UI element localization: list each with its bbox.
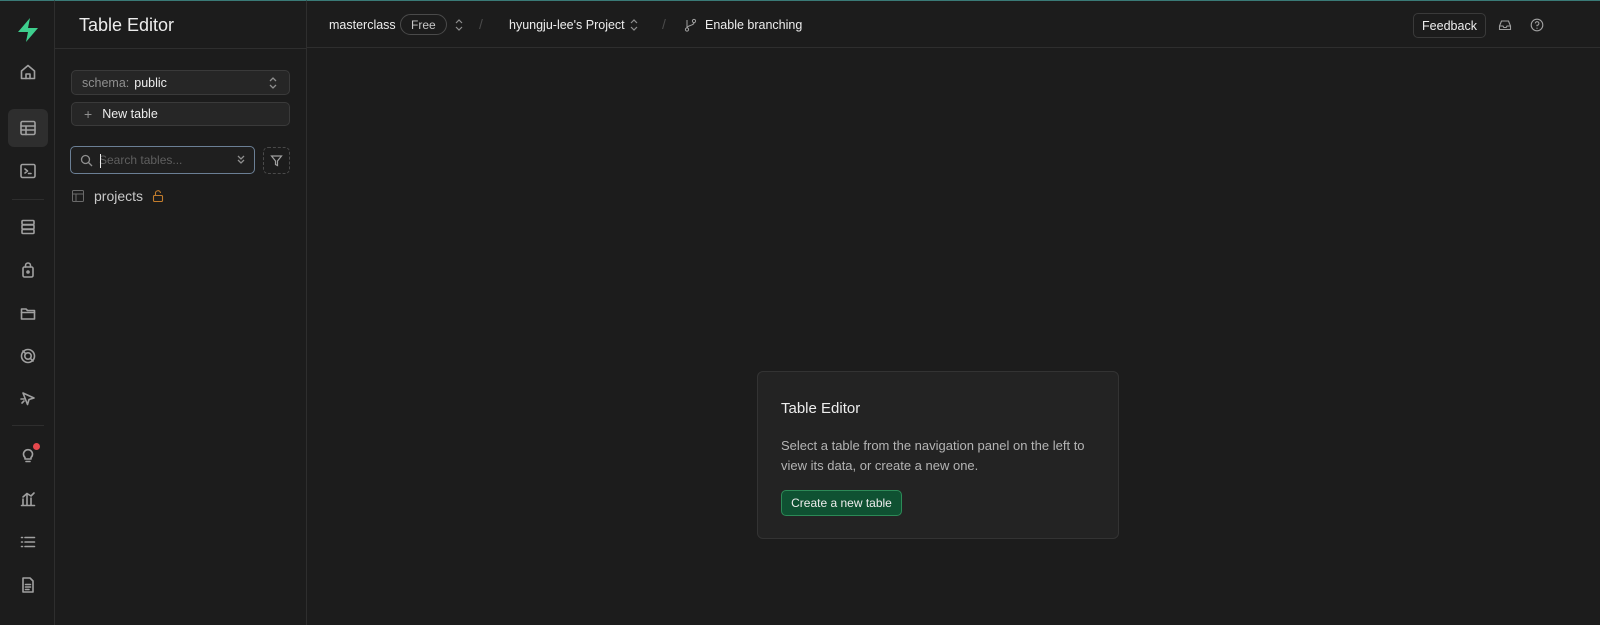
search-icon <box>80 154 93 167</box>
table-list-item[interactable]: projects <box>71 185 290 207</box>
empty-state-description: Select a table from the navigation panel… <box>781 438 1085 473</box>
empty-state-card: Table Editor Select a table from the nav… <box>757 371 1119 539</box>
text-cursor <box>100 154 101 168</box>
search-tables-input[interactable] <box>99 150 234 170</box>
project-breadcrumb[interactable]: hyungju-lee's Project <box>509 1 625 48</box>
create-table-button[interactable]: Create a new table <box>781 490 902 516</box>
logs-nav-button[interactable] <box>8 523 48 561</box>
edge-functions-icon <box>20 392 35 406</box>
api-docs-nav-button[interactable] <box>8 566 48 604</box>
new-table-button[interactable]: + New table <box>71 102 290 126</box>
filter-icon <box>270 155 283 167</box>
new-table-label: New table <box>102 107 158 121</box>
logs-icon <box>20 536 36 548</box>
org-breadcrumb[interactable]: masterclass <box>329 1 396 48</box>
breadcrumb-separator: / <box>662 16 666 32</box>
table-editor-sidebar: Table Editor schema: public + New table <box>55 0 307 625</box>
plus-icon: + <box>84 106 93 122</box>
storage-nav-button[interactable] <box>8 294 48 332</box>
edge-functions-nav-button[interactable] <box>8 380 48 418</box>
filter-button[interactable] <box>263 147 290 174</box>
help-icon[interactable] <box>1530 18 1544 32</box>
top-bar: masterclass Free / hyungju-lee's Project… <box>307 0 1600 48</box>
inbox-icon[interactable] <box>1498 18 1512 32</box>
advisors-nav-button[interactable] <box>8 436 48 474</box>
project-switcher-chevron-icon[interactable] <box>629 18 639 32</box>
table-editor-icon <box>20 120 36 136</box>
reports-icon <box>20 492 36 507</box>
enable-branching-button[interactable]: Enable branching <box>705 1 802 48</box>
reports-nav-button[interactable] <box>8 480 48 518</box>
auth-icon <box>22 262 34 278</box>
plan-badge: Free <box>400 14 447 35</box>
schema-value: public <box>134 75 167 90</box>
home-icon <box>20 64 36 80</box>
rail-divider <box>12 425 44 426</box>
table-name: projects <box>94 188 144 204</box>
sql-editor-icon <box>20 163 36 179</box>
search-tables-field[interactable] <box>70 146 255 174</box>
realtime-icon <box>20 348 36 364</box>
api-docs-icon <box>22 577 34 593</box>
unlocked-icon[interactable] <box>152 190 164 202</box>
home-nav-button[interactable] <box>8 53 48 91</box>
notification-dot <box>33 443 40 450</box>
sql-editor-nav-button[interactable] <box>8 152 48 190</box>
schema-label: schema: <box>82 75 130 90</box>
schema-selector[interactable]: schema: public <box>71 70 290 95</box>
chevrons-down-icon[interactable] <box>235 154 247 166</box>
rail-divider <box>12 199 44 200</box>
sidebar-title: Table Editor <box>79 15 175 35</box>
breadcrumb-separator: / <box>479 16 483 32</box>
sidebar-divider <box>55 48 307 49</box>
database-nav-button[interactable] <box>8 208 48 246</box>
storage-icon <box>20 308 36 320</box>
empty-state-title: Table Editor <box>781 400 861 417</box>
table-editor-nav-button[interactable] <box>8 109 48 147</box>
git-branch-icon <box>684 18 697 32</box>
database-icon <box>21 219 35 235</box>
supabase-logo-icon[interactable] <box>15 17 41 43</box>
icon-rail <box>0 0 55 625</box>
chevron-up-down-icon <box>269 77 277 89</box>
org-switcher-chevron-icon[interactable] <box>454 18 464 32</box>
realtime-nav-button[interactable] <box>8 337 48 375</box>
feedback-button[interactable]: Feedback <box>1413 13 1486 38</box>
auth-nav-button[interactable] <box>8 251 48 289</box>
table-icon <box>72 190 84 202</box>
